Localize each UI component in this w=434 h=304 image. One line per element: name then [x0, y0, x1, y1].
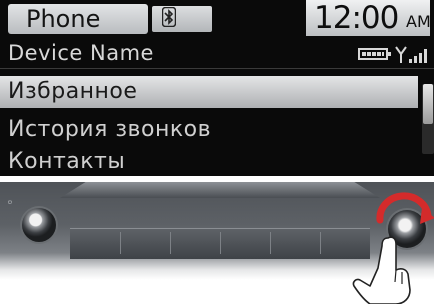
infotainment-screen: Phone 12:00 AM Device Name Избранное Ист…	[0, 0, 434, 176]
scroll-thumb[interactable]	[423, 84, 433, 124]
rotate-arrow-icon	[376, 192, 434, 224]
clock: 12:00 AM	[306, 0, 431, 36]
battery-icon	[358, 48, 391, 60]
hand-pointer-icon	[352, 236, 411, 304]
bluetooth-indicator	[152, 6, 212, 32]
control-panel: ⏻	[0, 182, 434, 304]
menu-item-label: История звонков	[8, 117, 212, 142]
device-row: Device Name	[0, 38, 434, 69]
button-divider	[320, 232, 321, 254]
menu-item-call-history[interactable]: История звонков	[0, 114, 418, 146]
menu-item-label: Избранное	[8, 79, 138, 104]
menu-scrollbar[interactable]	[422, 84, 434, 154]
volume-knob[interactable]	[22, 208, 56, 242]
app-title-tab[interactable]: Phone	[8, 4, 148, 34]
power-label-mark: ⏻	[8, 200, 12, 206]
button-divider	[270, 232, 271, 254]
phone-menu: Избранное История звонков Контакты	[0, 72, 420, 176]
bluetooth-icon	[161, 6, 177, 33]
button-divider	[220, 232, 221, 254]
app-title: Phone	[26, 5, 101, 33]
device-name: Device Name	[8, 41, 154, 65]
button-divider	[120, 232, 121, 254]
panel-bezel	[60, 182, 380, 198]
menu-item-label: Контакты	[8, 149, 126, 174]
clock-time: 12:00	[314, 0, 399, 36]
status-bar: Phone 12:00 AM	[0, 0, 434, 36]
clock-ampm: AM	[406, 12, 431, 31]
button-divider	[170, 232, 171, 254]
signal-strength-icon	[394, 44, 430, 64]
menu-item-favorites[interactable]: Избранное	[0, 76, 418, 108]
menu-item-contacts[interactable]: Контакты	[0, 146, 418, 176]
